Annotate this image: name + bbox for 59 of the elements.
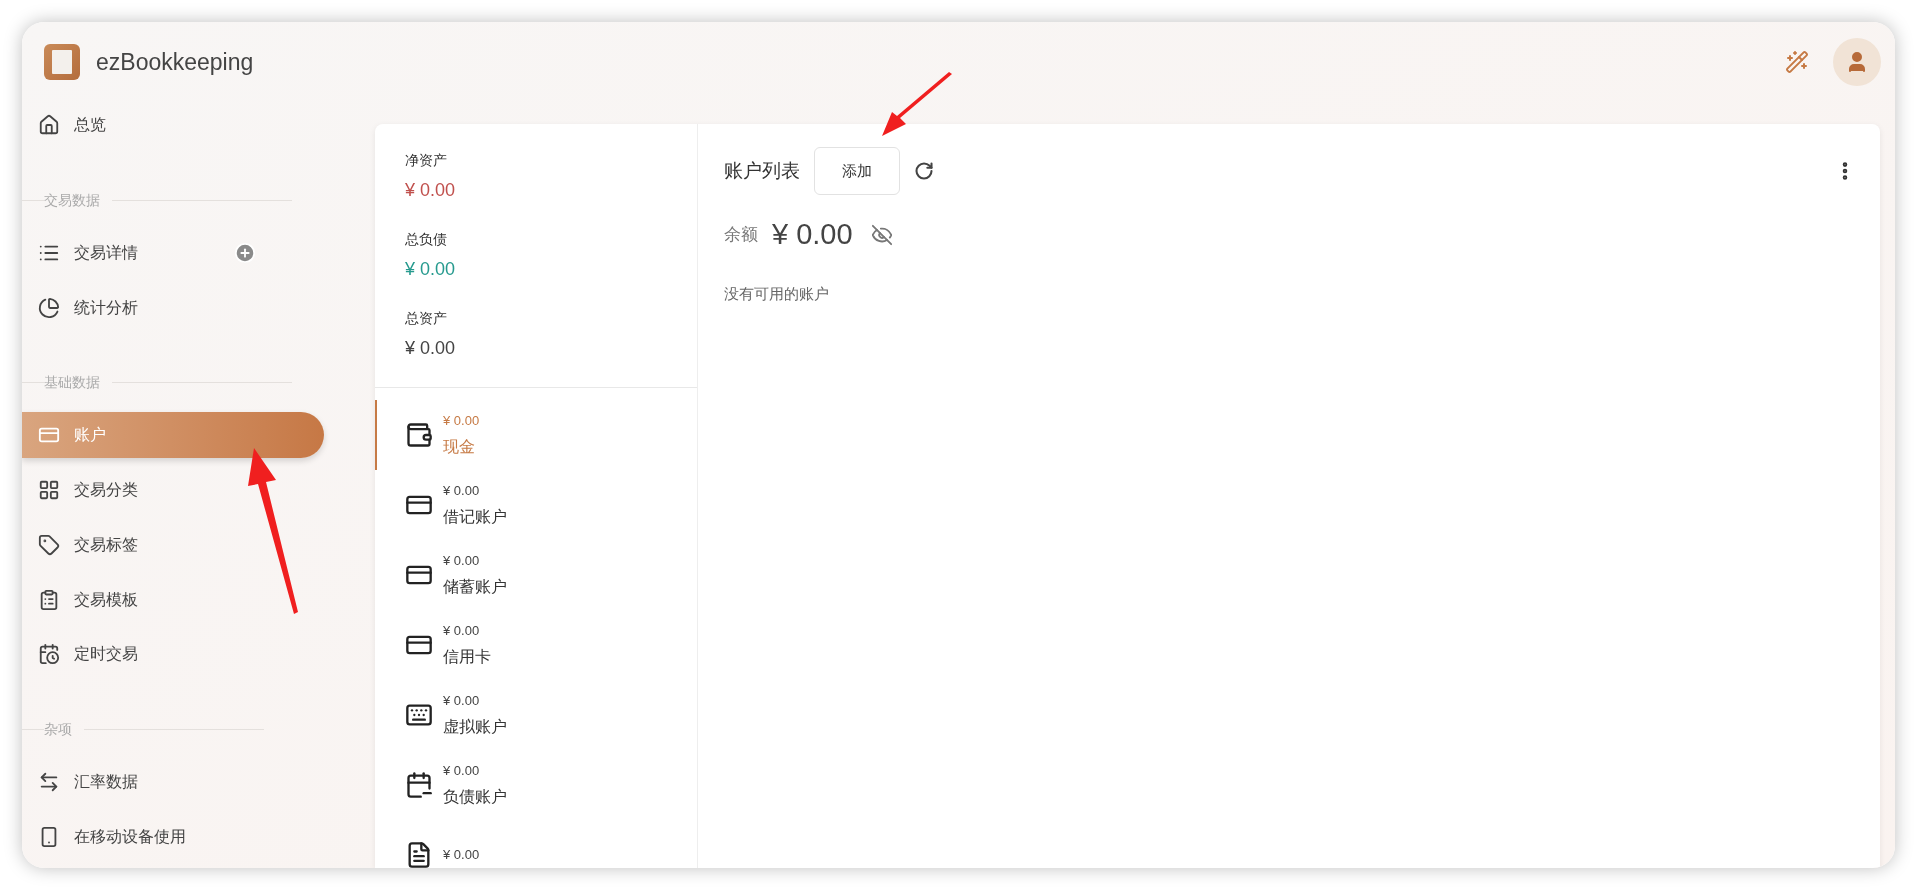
magic-wand-icon[interactable] [1785,50,1809,74]
nav-item[interactable]: 交易模板 [22,576,272,623]
account-amount: ¥ 0.00 [443,762,481,781]
add-button[interactable]: 添加 [814,147,900,195]
account-type-name: 储蓄账户 [443,576,507,597]
tag-icon [38,533,60,556]
account-amount: ¥ 0.00 [443,846,480,865]
nav-item[interactable]: 汇率数据 [22,758,272,806]
nav-item[interactable]: 定时交易 [22,631,272,678]
account-amount: ¥ 0.00 [443,622,481,641]
clipboard-icon [38,588,60,611]
nav-item[interactable]: 在移动设备使用 [22,813,272,861]
home-icon [38,114,60,137]
summary-label: 净资产 [405,151,448,170]
summary-label: 总负债 [405,230,448,249]
summary-label: 总资产 [405,309,448,328]
section-heading: 基础数据 [44,372,100,392]
arrows-icon [38,770,60,793]
nav-item[interactable]: 交易分类 [22,466,272,514]
section-heading: 杂项 [44,719,72,739]
section-heading: 交易数据 [44,190,100,210]
summary-value: ¥ 0.00 [405,258,457,281]
app-logo-icon [44,44,80,80]
account-type-item[interactable]: ¥ 0.00 储蓄账户 [375,540,697,610]
wallet-icon [405,421,433,449]
app-title: ezBookkeeping [96,47,254,77]
refresh-icon[interactable] [914,161,934,181]
account-amount: ¥ 0.00 [443,692,481,711]
account-type-name: 现金 [443,436,476,457]
balance-value: ¥ 0.00 [772,217,853,253]
nav-item[interactable]: 总览 [22,102,272,149]
account-type-name: 虚拟账户 [443,716,507,737]
account-list-title: 账户列表 [724,158,800,183]
account-type-item[interactable]: ¥ 0.00 信用卡 [375,610,697,680]
account-type-item[interactable]: ¥ 0.00 [375,820,697,868]
nav-item[interactable]: 统计分析 [22,284,272,332]
account-amount: ¥ 0.00 [443,482,481,501]
account-type-item[interactable]: ¥ 0.00 现金 [375,400,697,470]
account-amount: ¥ 0.00 [443,552,481,571]
summary-value: ¥ 0.00 [405,179,457,202]
account-type-item[interactable]: ¥ 0.00 虚拟账户 [375,680,697,750]
empty-message: 没有可用的账户 [724,284,830,304]
account-type-name: 借记账户 [443,506,507,527]
grid-icon [38,478,60,501]
calendar-icon [405,771,433,799]
pie-chart-icon [38,296,60,319]
avatar-button[interactable] [1833,38,1881,86]
account-amount: ¥ 0.00 [443,412,480,431]
account-type-name: 负债账户 [443,786,507,807]
nav-item[interactable]: 交易标签 [22,521,272,569]
nav-item[interactable]: 交易详情 [22,229,272,277]
calendar-clock-icon [38,643,60,666]
eye-off-icon[interactable] [870,224,893,246]
account-type-item[interactable]: ¥ 0.00 负债账户 [375,750,697,820]
account-type-name: 信用卡 [443,646,491,667]
account-type-item[interactable]: ¥ 0.00 借记账户 [375,470,697,540]
add-icon[interactable] [234,241,256,264]
balance-label: 余额 [724,224,758,247]
summary-value: ¥ 0.00 [405,337,457,360]
